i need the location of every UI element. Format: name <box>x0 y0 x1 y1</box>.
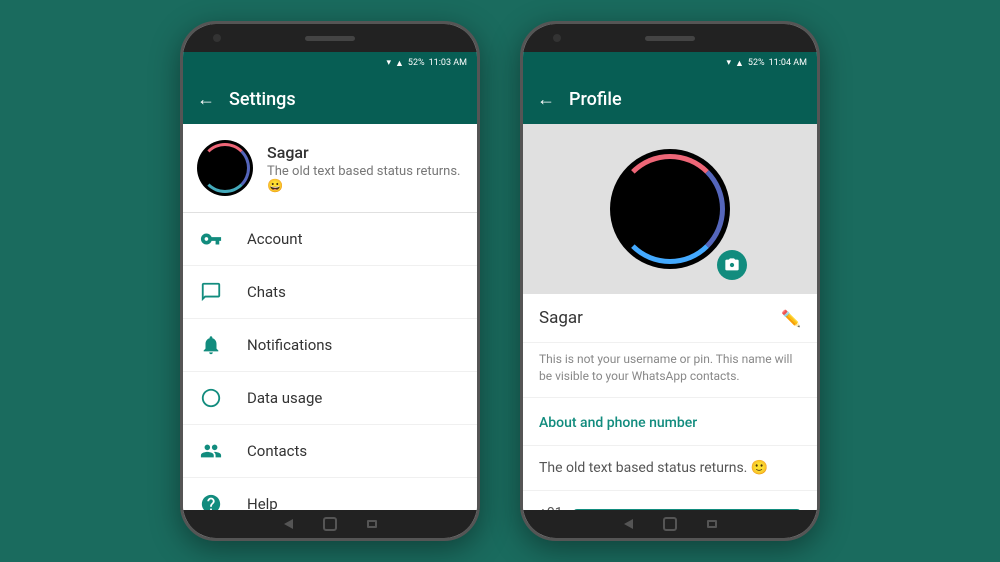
camera-badge[interactable] <box>717 250 747 280</box>
settings-profile-row[interactable]: Sagar The old text based status returns.… <box>183 124 477 213</box>
settings-title: Settings <box>229 89 296 110</box>
wifi-icon-right: ▾ <box>726 58 731 68</box>
profile-title: Profile <box>569 89 622 110</box>
settings-menu-data[interactable]: Data usage <box>183 372 477 425</box>
data-icon <box>199 386 223 410</box>
settings-menu-notifications[interactable]: Notifications <box>183 319 477 372</box>
recent-btn-right <box>707 520 717 528</box>
status-icons-left: ▾ ▲ 52% 11:03 AM <box>386 58 467 69</box>
phone-top-bar-left <box>183 24 477 52</box>
profile-name-hint: This is not your username or pin. This n… <box>523 343 817 398</box>
settings-profile-status: The old text based status returns. 😀 <box>267 164 463 194</box>
settings-app-bar: ← Settings <box>183 74 477 124</box>
home-btn-right <box>663 517 677 531</box>
wifi-icon: ▾ <box>386 58 391 68</box>
status-bar-right: ▾ ▲ 52% 11:04 AM <box>523 52 817 74</box>
signal-icon: ▲ <box>395 58 404 69</box>
about-phone-link[interactable]: About and phone number <box>523 398 817 446</box>
profile-photo-section <box>523 124 817 294</box>
settings-back-button[interactable]: ← <box>197 89 215 110</box>
battery-left: 52% <box>408 58 425 68</box>
phone-top-bar-right <box>523 24 817 52</box>
profile-content: Sagar ✏️ This is not your username or pi… <box>523 124 817 510</box>
profile-phone: ▾ ▲ 52% 11:04 AM ← Profile Sagar ✏️ This… <box>520 21 820 541</box>
profile-status-text: The old text based status returns. 🙂 <box>539 460 768 476</box>
settings-menu-chats[interactable]: Chats <box>183 266 477 319</box>
settings-profile-name: Sagar <box>267 143 463 162</box>
avatar-ring <box>200 143 250 193</box>
time-right: 11:04 AM <box>769 58 807 68</box>
help-icon <box>199 492 223 510</box>
profile-back-button[interactable]: ← <box>537 89 555 110</box>
about-phone-label: About and phone number <box>539 415 697 431</box>
contacts-icon <box>199 439 223 463</box>
bell-icon <box>199 333 223 357</box>
contacts-label: Contacts <box>247 442 307 460</box>
chats-label: Chats <box>247 283 286 301</box>
profile-ring <box>615 154 725 264</box>
settings-content: Sagar The old text based status returns.… <box>183 124 477 510</box>
notifications-label: Notifications <box>247 336 332 354</box>
profile-big-avatar[interactable] <box>610 149 730 269</box>
signal-icon-right: ▲ <box>735 58 744 69</box>
settings-avatar <box>197 140 253 196</box>
back-btn-left <box>284 519 293 529</box>
profile-phone-row: +91 <box>523 491 817 510</box>
key-icon <box>199 227 223 251</box>
home-btn-left <box>323 517 337 531</box>
back-btn-right <box>624 519 633 529</box>
settings-menu-account[interactable]: Account <box>183 213 477 266</box>
time-left: 11:03 AM <box>429 58 467 68</box>
recent-btn-left <box>367 520 377 528</box>
phone-bottom-left <box>183 510 477 538</box>
data-usage-label: Data usage <box>247 389 322 407</box>
status-icons-right: ▾ ▲ 52% 11:04 AM <box>726 58 807 69</box>
profile-name-row[interactable]: Sagar ✏️ <box>523 294 817 343</box>
account-label: Account <box>247 230 303 248</box>
profile-name: Sagar <box>539 308 583 328</box>
front-camera-right <box>553 34 561 42</box>
settings-phone: ▾ ▲ 52% 11:03 AM ← Settings Sagar The ol… <box>180 21 480 541</box>
phone-bottom-right <box>523 510 817 538</box>
speaker-left <box>305 36 355 41</box>
settings-menu-contacts[interactable]: Contacts <box>183 425 477 478</box>
edit-icon[interactable]: ✏️ <box>781 309 801 328</box>
profile-status-row: The old text based status returns. 🙂 <box>523 446 817 491</box>
front-camera-left <box>213 34 221 42</box>
speaker-right <box>645 36 695 41</box>
settings-profile-info: Sagar The old text based status returns.… <box>267 143 463 194</box>
settings-menu-help[interactable]: Help <box>183 478 477 510</box>
status-bar-left: ▾ ▲ 52% 11:03 AM <box>183 52 477 74</box>
profile-app-bar: ← Profile <box>523 74 817 124</box>
chat-icon <box>199 280 223 304</box>
help-label: Help <box>247 495 278 510</box>
profile-info-section: Sagar ✏️ This is not your username or pi… <box>523 294 817 510</box>
battery-right: 52% <box>748 58 765 68</box>
